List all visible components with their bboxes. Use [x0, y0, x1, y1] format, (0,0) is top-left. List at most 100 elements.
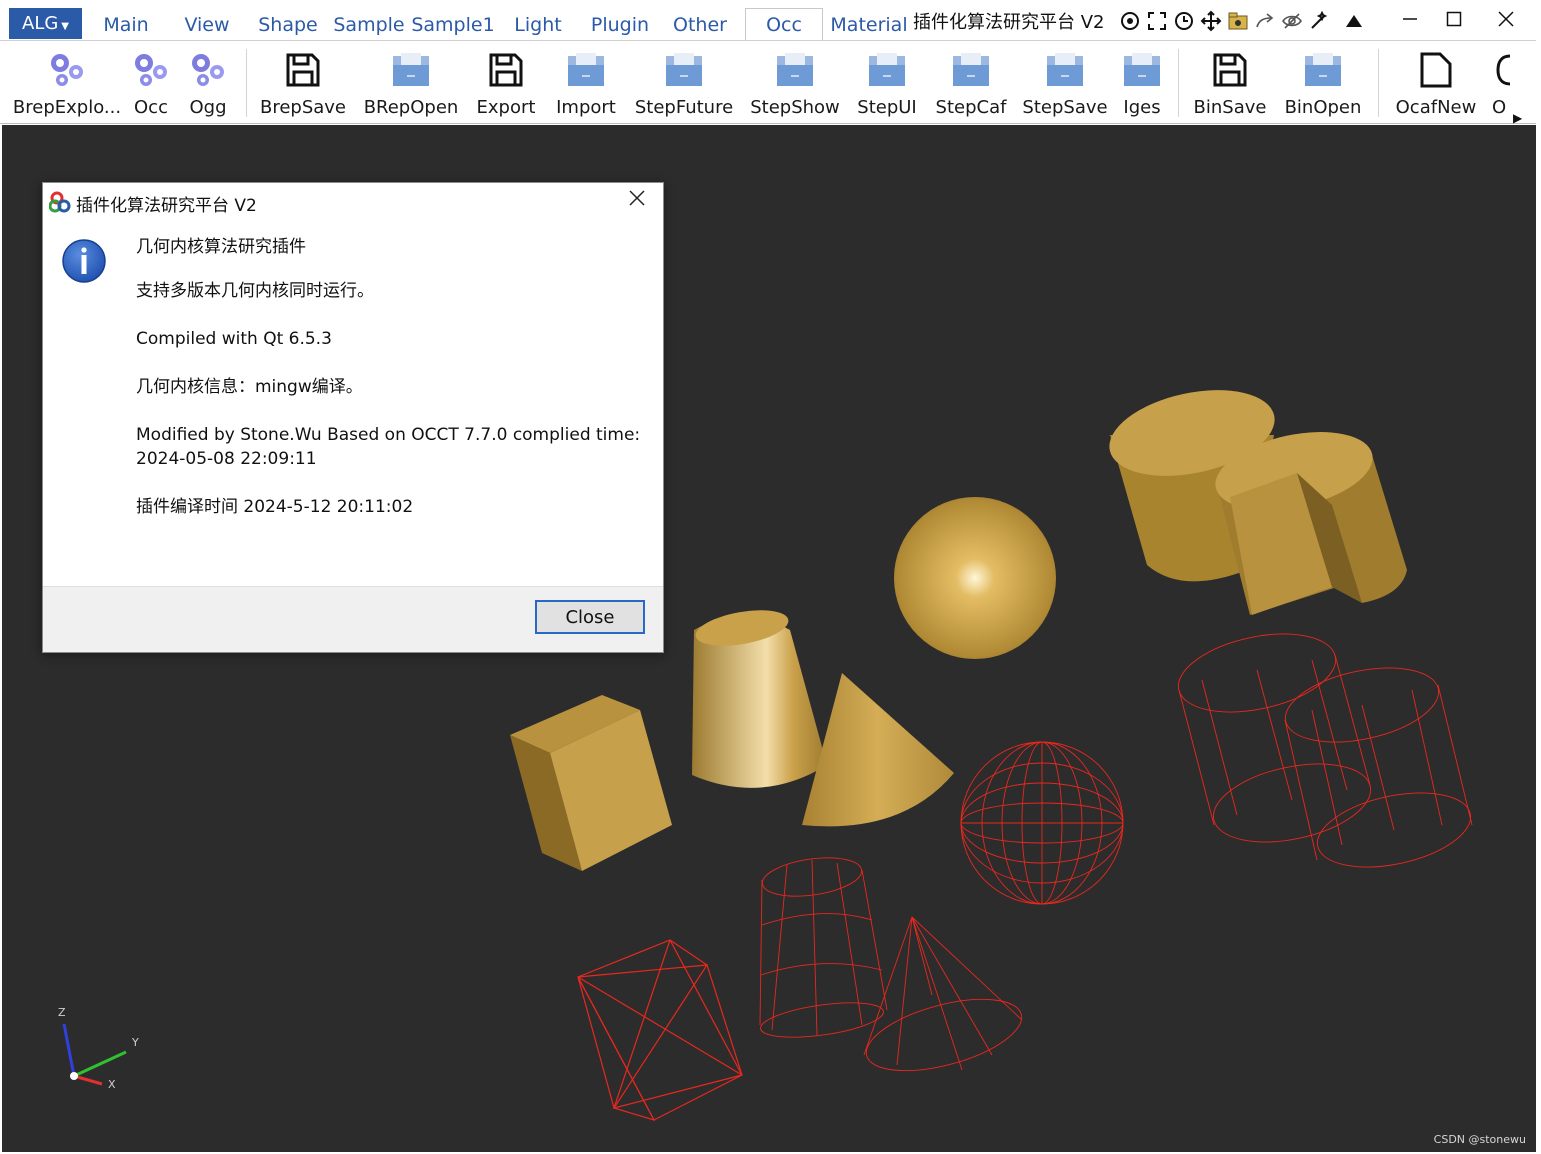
x-axis-label: X: [108, 1078, 116, 1091]
solid-truncated-cone: [692, 610, 827, 788]
save-icon: [484, 47, 528, 93]
step-caf-button[interactable]: StepCaf: [930, 47, 1012, 123]
fullscreen-icon[interactable]: [1146, 10, 1168, 32]
button-label: OcafNew: [1395, 97, 1477, 118]
tab-plugin[interactable]: Plugin: [584, 10, 656, 40]
button-label: BrepExplo...: [12, 97, 122, 118]
minimize-icon[interactable]: [1390, 4, 1430, 36]
window-close-icon[interactable]: [1486, 4, 1526, 36]
close-button[interactable]: Close: [535, 600, 645, 634]
tab-label: Plugin: [590, 14, 650, 36]
chevron-down-icon: ▼: [61, 21, 69, 32]
eye-hidden-icon[interactable]: [1281, 10, 1303, 32]
redo-arrow-icon[interactable]: [1254, 10, 1276, 32]
origin-point: [70, 1072, 78, 1080]
info-icon: [61, 238, 107, 284]
tab-label: Sample: [333, 14, 405, 36]
window-border: [1536, 0, 1541, 1154]
title-bar: ALG ▼ Main View Shape Sample Sample1 Lig…: [0, 0, 1541, 41]
tab-light[interactable]: Light: [506, 10, 570, 40]
tab-label: Main: [103, 14, 149, 36]
app-menu-button[interactable]: ALG ▼: [9, 8, 82, 39]
ocaf-open-button[interactable]: O: [1492, 47, 1514, 123]
export-button[interactable]: Export: [472, 47, 540, 123]
solid-sphere: [894, 497, 1056, 659]
wireframe-cone: [863, 916, 1023, 1072]
folder-icon: [949, 47, 993, 93]
solid-cone: [802, 673, 954, 827]
triangle-up-icon[interactable]: [1343, 10, 1365, 32]
tab-material[interactable]: Material: [830, 10, 908, 40]
app-menu-label: ALG: [22, 13, 59, 34]
tab-shape[interactable]: Shape: [252, 10, 324, 40]
maximize-icon[interactable]: [1434, 4, 1474, 36]
gears-icon: [45, 47, 89, 93]
button-label: BinSave: [1193, 97, 1267, 118]
message-line: 插件编译时间 2024-5-12 20:11:02: [136, 497, 414, 517]
brep-explorer-button[interactable]: BrepExplo...: [12, 47, 122, 123]
z-axis-label: Z: [58, 1006, 66, 1019]
message-line: 几何内核算法研究插件: [136, 237, 306, 257]
button-label: StepUI: [857, 97, 917, 118]
move-icon[interactable]: [1200, 10, 1222, 32]
folder-gear-icon[interactable]: [1227, 10, 1249, 32]
dialog-title: 插件化算法研究平台 V2: [76, 196, 257, 216]
ocaf-new-button[interactable]: OcafNew: [1390, 47, 1482, 123]
wireframe-box: [577, 939, 743, 1121]
folder-icon: [1120, 47, 1164, 93]
gears-icon: [186, 47, 230, 93]
y-axis-label: Y: [132, 1036, 139, 1049]
save-icon: [1208, 47, 1252, 93]
brep-open-button[interactable]: BRepOpen: [360, 47, 462, 123]
tab-label: View: [184, 14, 230, 36]
button-label: O: [1492, 97, 1507, 118]
wand-icon[interactable]: [1308, 10, 1330, 32]
brep-save-button[interactable]: BrepSave: [258, 47, 348, 123]
bin-save-button[interactable]: BinSave: [1190, 47, 1270, 123]
folder-icon: [564, 47, 608, 93]
open-document-icon: [1492, 47, 1514, 93]
iges-button[interactable]: Iges: [1116, 47, 1168, 123]
save-icon: [281, 47, 325, 93]
close-icon[interactable]: [623, 187, 651, 215]
folder-icon: [662, 47, 706, 93]
button-label: Occ: [134, 97, 168, 118]
wireframe-sphere: [960, 741, 1124, 905]
bin-open-button[interactable]: BinOpen: [1280, 47, 1366, 123]
ogg-button[interactable]: Ogg: [183, 47, 233, 123]
step-ui-button[interactable]: StepUI: [854, 47, 920, 123]
folder-icon: [773, 47, 817, 93]
wireframe-cut-cylinder: [1284, 667, 1473, 868]
tab-label: Other: [673, 14, 727, 36]
step-show-button[interactable]: StepShow: [746, 47, 844, 123]
button-label: Import: [556, 97, 616, 118]
message-line: Compiled with Qt 6.5.3: [136, 329, 332, 349]
about-dialog: 插件化算法研究平台 V2 几何内核算法研究插件 支持多版本几何内核同时运行。 C…: [42, 182, 664, 653]
target-icon[interactable]: [1119, 10, 1141, 32]
tab-label: Sample1: [411, 14, 495, 36]
x-axis-line: [73, 1074, 103, 1086]
message-line: 几何内核信息：mingw编译。: [136, 377, 363, 397]
rotate-icon[interactable]: [1173, 10, 1195, 32]
button-label: BRepOpen: [363, 97, 459, 118]
tab-label: Light: [514, 14, 562, 36]
button-label: StepSave: [1022, 97, 1108, 118]
tab-main[interactable]: Main: [92, 10, 160, 40]
folder-icon: [1043, 47, 1087, 93]
tab-view[interactable]: View: [174, 10, 240, 40]
tab-other[interactable]: Other: [666, 10, 734, 40]
step-future-button[interactable]: StepFuture: [632, 47, 736, 123]
button-label: Ogg: [189, 97, 227, 118]
tab-sample[interactable]: Sample: [330, 10, 408, 40]
wireframe-cylinder: [1177, 633, 1372, 843]
button-label: StepShow: [750, 97, 840, 118]
tab-sample1[interactable]: Sample1: [411, 10, 495, 40]
ribbon-separator: [1378, 49, 1379, 117]
y-axis-line: [73, 1050, 127, 1078]
tab-occ[interactable]: Occ: [745, 8, 823, 41]
occ-button[interactable]: Occ: [126, 47, 176, 123]
import-button[interactable]: Import: [550, 47, 622, 123]
folder-icon: [865, 47, 909, 93]
step-save-button[interactable]: StepSave: [1020, 47, 1110, 123]
new-document-icon: [1414, 47, 1458, 93]
